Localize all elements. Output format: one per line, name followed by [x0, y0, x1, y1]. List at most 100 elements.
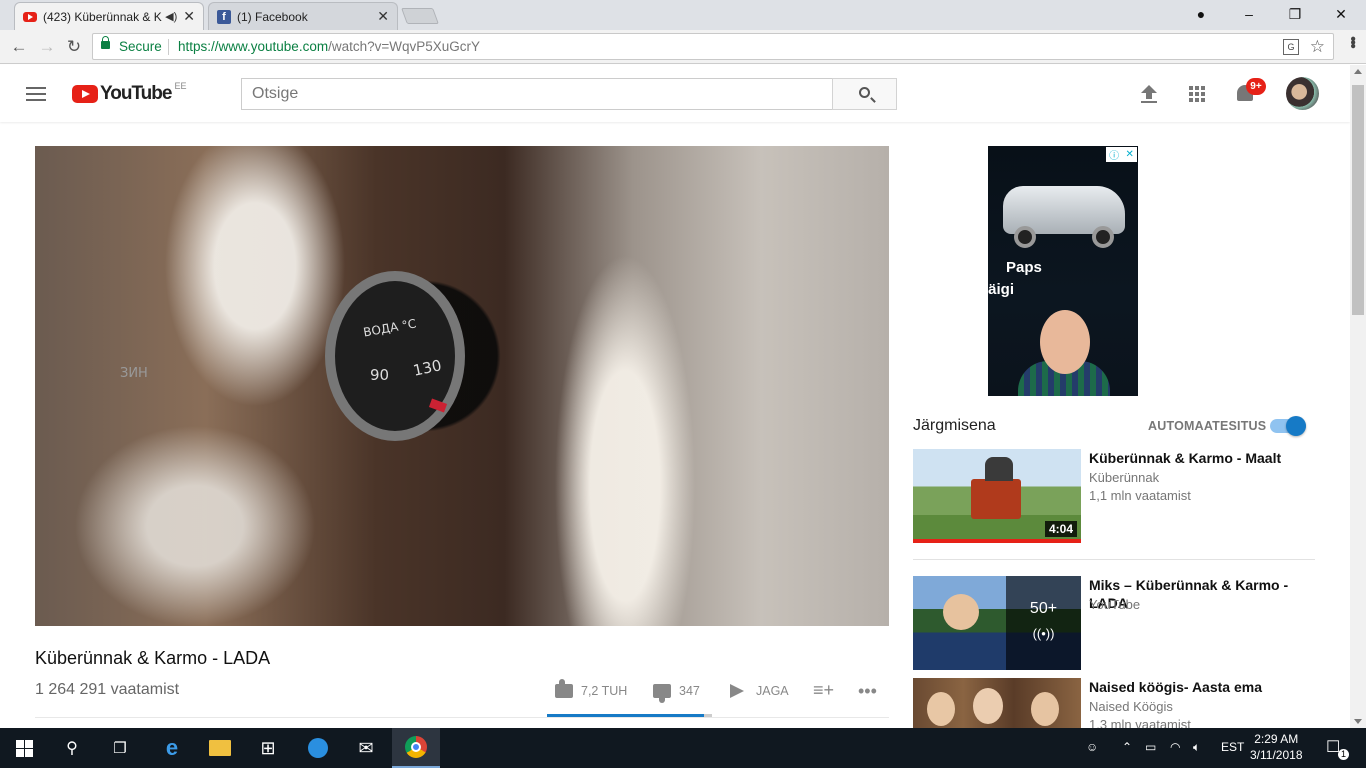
- ad-car-wheel: [1092, 226, 1114, 248]
- ad-car-wheel: [1014, 226, 1036, 248]
- view-count: 1,3 mln vaatamist: [1089, 717, 1191, 728]
- youtube-masthead: YouTube EE Otsige 9+: [0, 65, 1350, 122]
- close-tab-icon[interactable]: ✕: [183, 8, 195, 25]
- forward-arrow-icon[interactable]: →: [36, 36, 58, 58]
- bookmark-star-icon[interactable]: ☆: [1310, 37, 1325, 57]
- ad-choices[interactable]: ⓘ ✕: [1106, 147, 1137, 162]
- close-window-button[interactable]: ✕: [1327, 4, 1355, 24]
- browser-toolbar: ← → ↻ Secure https://www.youtube.com/wat…: [0, 30, 1366, 64]
- tractor-image: [971, 479, 1021, 519]
- chrome-menu-icon[interactable]: •••: [1343, 36, 1361, 47]
- list-item[interactable]: 50+ ((•)) Miks – Küberünnak & Karmo - LA…: [913, 576, 1318, 670]
- restore-button[interactable]: ❐: [1281, 4, 1309, 24]
- channel-name[interactable]: Küberünnak: [1089, 470, 1159, 485]
- duration-badge: 4:04: [1044, 521, 1077, 537]
- like-button[interactable]: 7,2 TUH: [555, 679, 627, 698]
- translate-icon[interactable]: G: [1283, 39, 1299, 55]
- share-arrow-icon: [730, 684, 744, 698]
- ad-text-1: Paps: [1006, 259, 1042, 276]
- battery-icon[interactable]: ▭: [1145, 740, 1156, 754]
- gauge-red-mark: [428, 398, 448, 413]
- share-button[interactable]: JAGA: [730, 684, 789, 698]
- add-to-playlist-icon[interactable]: ≡+: [813, 680, 834, 701]
- video-player[interactable]: ВОДА °C 90 130 ЗИН: [35, 146, 889, 626]
- address-bar[interactable]: Secure https://www.youtube.com/watch?v=W…: [92, 33, 1334, 60]
- clock[interactable]: 2:29 AM 3/11/2018: [1250, 731, 1303, 763]
- video-title[interactable]: Küberünnak & Karmo - Maalt: [1089, 449, 1319, 467]
- mail-icon[interactable]: ✉: [342, 728, 390, 768]
- ad-close-icon[interactable]: ✕: [1125, 149, 1133, 160]
- ad-text-2: jäigi: [988, 281, 1015, 298]
- language-indicator[interactable]: EST: [1221, 740, 1244, 754]
- volume-icon[interactable]: 🔈︎: [1193, 740, 1200, 755]
- tab-title: (423) Küberünnak & K: [43, 9, 162, 24]
- store-icon[interactable]: ⊞: [244, 728, 292, 768]
- dislike-button[interactable]: 347: [653, 684, 700, 703]
- chrome-taskbar-icon[interactable]: [392, 728, 440, 768]
- tab-title: (1) Facebook: [237, 9, 308, 24]
- start-button[interactable]: [0, 728, 48, 768]
- task-view-icon[interactable]: ❐: [96, 728, 144, 768]
- watched-progress-bar: [913, 539, 1081, 543]
- apps-grid-icon[interactable]: [1189, 86, 1205, 102]
- profile-icon[interactable]: ●: [1187, 4, 1215, 24]
- notification-count-badge: 1: [1338, 749, 1349, 760]
- list-item[interactable]: Naised köögis- Aasta ema Naised Köögis 1…: [913, 678, 1318, 728]
- display-ad[interactable]: ⓘ✕ Paps jäigi: [988, 146, 1138, 396]
- search-button[interactable]: [832, 78, 897, 110]
- divider: [168, 39, 169, 55]
- person-face: [927, 692, 955, 726]
- dislike-count: 347: [679, 684, 700, 698]
- scrollbar-thumb[interactable]: [1352, 85, 1364, 315]
- channel-name[interactable]: YouTube: [1089, 597, 1140, 612]
- url-text[interactable]: https://www.youtube.com/watch?v=WqvP5XuG…: [178, 39, 480, 54]
- tab-facebook[interactable]: f (1) Facebook ✕: [208, 2, 398, 30]
- upload-icon[interactable]: [1141, 85, 1157, 103]
- youtube-play-icon: [72, 85, 98, 103]
- avatar[interactable]: [1286, 77, 1319, 110]
- windows-taskbar: ⚲ ❐ e ⊞ ✉ ☺ ⌃ ▭ ◠ 🔈︎ EST 2:29 AM 3/11/20…: [0, 728, 1366, 768]
- list-item[interactable]: 4:04 Küberünnak & Karmo - Maalt Küberünn…: [913, 449, 1318, 545]
- wifi-icon[interactable]: ◠: [1170, 740, 1180, 754]
- back-arrow-icon[interactable]: ←: [8, 36, 30, 58]
- youtube-favicon-icon: [23, 11, 37, 22]
- video-thumbnail[interactable]: 50+ ((•)): [913, 576, 1081, 670]
- video-thumbnail[interactable]: 4:04: [913, 449, 1081, 543]
- video-thumbnail[interactable]: [913, 678, 1081, 728]
- more-actions-icon[interactable]: •••: [858, 681, 877, 702]
- people-icon[interactable]: ☺: [1086, 740, 1098, 754]
- person-face: [973, 688, 1003, 724]
- ad-info-icon[interactable]: ⓘ: [1109, 147, 1119, 162]
- url-path: /watch?v=WqvP5XuGcrY: [328, 39, 481, 54]
- new-tab-button[interactable]: [401, 8, 439, 24]
- speaker-icon[interactable]: ◀): [165, 10, 177, 23]
- search-input[interactable]: Otsige: [241, 78, 833, 110]
- page-scrollbar[interactable]: [1350, 65, 1366, 728]
- file-explorer-icon[interactable]: [196, 728, 244, 768]
- hamburger-menu-icon[interactable]: [26, 87, 46, 101]
- autoplay-toggle[interactable]: [1270, 416, 1306, 436]
- gauge-label: ВОДА °C: [362, 316, 418, 340]
- mix-overlay: 50+ ((•)): [1006, 576, 1081, 670]
- channel-name[interactable]: Naised Köögis: [1089, 699, 1173, 714]
- chevron-up-icon[interactable]: ⌃: [1122, 740, 1132, 754]
- app-compass-icon[interactable]: [294, 728, 342, 768]
- close-tab-icon[interactable]: ✕: [377, 8, 389, 25]
- logo-text: YouTube: [100, 83, 172, 104]
- youtube-logo[interactable]: YouTube EE: [72, 81, 186, 105]
- reload-icon[interactable]: ↻: [63, 36, 85, 58]
- mix-count: 50+: [1029, 600, 1058, 617]
- divider: [35, 717, 889, 718]
- secure-label: Secure: [119, 39, 162, 54]
- tab-youtube[interactable]: (423) Küberünnak & K ◀) ✕: [14, 2, 204, 30]
- people-image: [985, 457, 1013, 481]
- scroll-up-icon[interactable]: [1354, 69, 1362, 74]
- notification-badge: 9+: [1246, 78, 1266, 95]
- person-face: [943, 594, 979, 630]
- edge-browser-icon[interactable]: e: [148, 728, 196, 768]
- search-icon[interactable]: ⚲: [48, 728, 96, 768]
- video-title[interactable]: Naised köögis- Aasta ema: [1089, 678, 1318, 696]
- minimize-button[interactable]: –: [1235, 4, 1263, 24]
- scroll-down-icon[interactable]: [1354, 719, 1362, 724]
- search-icon: [859, 87, 870, 98]
